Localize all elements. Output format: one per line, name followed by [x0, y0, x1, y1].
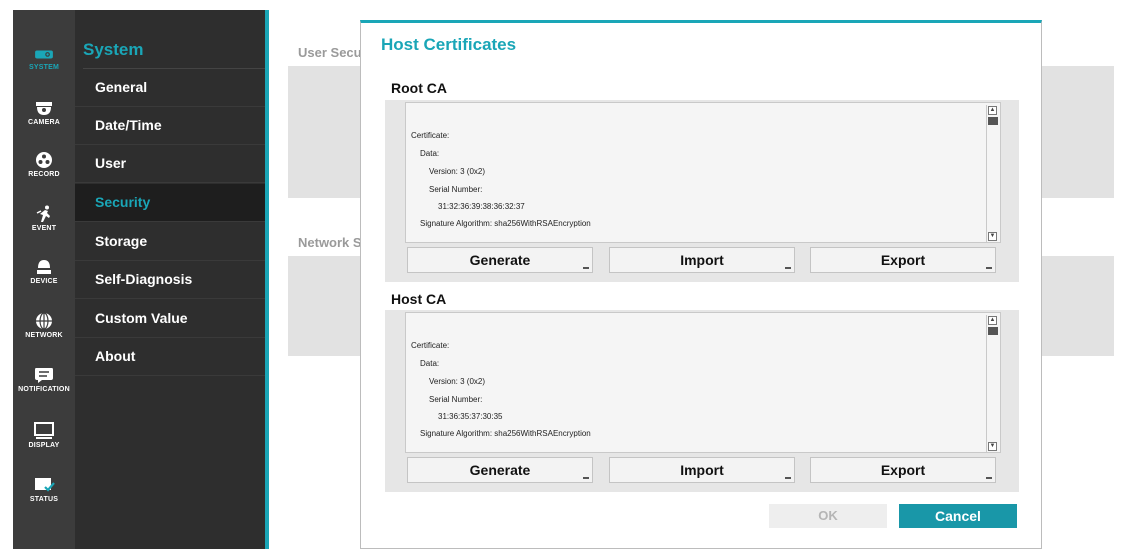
cert-line: Certificate:	[411, 341, 450, 350]
user-security-label: User Secu	[298, 45, 362, 60]
menu-item-date-time[interactable]: Date/Time	[75, 107, 265, 145]
scroll-thumb[interactable]	[988, 327, 998, 335]
menu-item-label: Date/Time	[95, 117, 162, 133]
menu-item-label: Custom Value	[95, 310, 188, 326]
root-ca-panel: Certificate: Data: Version: 3 (0x2) Seri…	[385, 100, 1019, 282]
rail-label: EVENT	[31, 225, 57, 232]
menu-item-custom-value[interactable]: Custom Value	[75, 300, 265, 338]
rail-item-record[interactable]: RECORD	[13, 151, 75, 178]
cert-line: 31:36:35:37:30:35	[438, 412, 503, 421]
rail-label: RECORD	[28, 171, 60, 178]
cert-line: Certificate:	[411, 131, 450, 140]
rail-item-network[interactable]: NETWORK	[13, 312, 75, 339]
button-label: Export	[880, 252, 926, 268]
host-ca-title: Host CA	[391, 291, 447, 307]
rail-item-notification[interactable]: NOTIFICATION	[13, 366, 75, 393]
host-ca-panel: Certificate: Data: Version: 3 (0x2) Seri…	[385, 310, 1019, 492]
rail-item-event[interactable]: EVENT	[13, 205, 75, 232]
menu-item-label: Self-Diagnosis	[95, 271, 193, 287]
cert-line: Signature Algorithm: sha256WithRSAEncryp…	[420, 219, 591, 228]
record-icon	[36, 152, 52, 168]
network-icon	[36, 312, 52, 330]
dropdown-corner-icon	[583, 477, 589, 479]
button-label: Generate	[469, 462, 531, 478]
host-certificates-dialog: Host Certificates Root CA Certificate: D…	[360, 20, 1042, 549]
rail-label: NETWORK	[25, 332, 63, 339]
host-ca-import-button[interactable]: Import	[609, 457, 795, 483]
menu-item-label: About	[95, 348, 136, 364]
button-label: Generate	[469, 252, 531, 268]
dialog-title: Host Certificates	[381, 35, 517, 54]
root-ca-import-button[interactable]: Import	[609, 247, 795, 273]
dropdown-corner-icon	[785, 477, 791, 479]
button-label: Import	[680, 252, 724, 268]
host-ca-certificate-text[interactable]: Certificate: Data: Version: 3 (0x2) Seri…	[405, 312, 1001, 453]
menu-item-general[interactable]: General	[75, 69, 265, 107]
menu-item-label: Security	[95, 194, 151, 210]
cancel-button[interactable]: Cancel	[899, 504, 1017, 528]
notification-icon	[35, 368, 53, 383]
menu-item-about[interactable]: About	[75, 338, 265, 376]
rail-label: NOTIFICATION	[18, 386, 70, 393]
cert-line: Signature Algorithm: sha256WithRSAEncryp…	[420, 429, 591, 438]
cert-line: Data:	[420, 359, 440, 368]
host-ca-scrollbar[interactable]: ▲ ▼	[986, 315, 998, 452]
cert-line: Serial Number:	[429, 395, 483, 404]
rail-label: DISPLAY	[28, 442, 60, 449]
rail-item-camera[interactable]: CAMERA	[13, 99, 75, 126]
host-ca-export-button[interactable]: Export	[810, 457, 996, 483]
root-ca-export-button[interactable]: Export	[810, 247, 996, 273]
submenu-title: System	[83, 40, 144, 59]
display-icon	[34, 422, 54, 439]
dropdown-corner-icon	[785, 267, 791, 269]
host-ca-generate-button[interactable]: Generate	[407, 457, 593, 483]
menu-item-self-diagnosis[interactable]: Self-Diagnosis	[75, 261, 265, 299]
rail-label: DEVICE	[30, 278, 58, 285]
device-icon	[37, 260, 51, 274]
menu-item-label: General	[95, 79, 148, 95]
cert-line: 31:32:36:39:38:36:32:37	[438, 202, 525, 211]
root-ca-certificate-text[interactable]: Certificate: Data: Version: 3 (0x2) Seri…	[405, 102, 1001, 243]
dropdown-corner-icon	[986, 267, 992, 269]
event-icon	[36, 205, 50, 222]
menu-item-user[interactable]: User	[75, 145, 265, 183]
cert-line: Version: 3 (0x2)	[429, 377, 486, 386]
rail-item-display[interactable]: DISPLAY	[13, 422, 75, 449]
camera-icon	[36, 102, 52, 115]
scroll-down-arrow-icon[interactable]: ▼	[988, 442, 997, 451]
button-label: Import	[680, 462, 724, 478]
network-security-label: Network S	[298, 235, 362, 250]
rail-label: SYSTEM	[29, 64, 59, 71]
scroll-down-arrow-icon[interactable]: ▼	[988, 232, 997, 241]
menu-item-security[interactable]: Security	[75, 184, 265, 222]
dropdown-corner-icon	[583, 267, 589, 269]
scroll-up-arrow-icon[interactable]: ▲	[988, 316, 997, 325]
scroll-thumb[interactable]	[988, 117, 998, 125]
root-ca-title: Root CA	[391, 80, 447, 96]
root-ca-scrollbar[interactable]: ▲ ▼	[986, 105, 998, 242]
cert-line: Data:	[420, 149, 440, 158]
rail-label: STATUS	[29, 496, 59, 503]
rail-item-system[interactable]: SYSTEM	[13, 46, 75, 71]
rail-label: CAMERA	[28, 119, 60, 126]
icon-rail: SYSTEM CAMERA RECORD EVENT DEVICE NETWOR…	[13, 10, 75, 549]
panel-accent-bar	[265, 10, 269, 549]
status-icon	[35, 478, 55, 492]
root-ca-generate-button[interactable]: Generate	[407, 247, 593, 273]
scroll-up-arrow-icon[interactable]: ▲	[988, 106, 997, 115]
menu-item-label: Storage	[95, 233, 148, 249]
button-label: Export	[880, 462, 926, 478]
menu-item-storage[interactable]: Storage	[75, 223, 265, 261]
system-submenu: System General Date/Time User Security S…	[75, 10, 265, 549]
dropdown-corner-icon	[986, 477, 992, 479]
rail-item-status[interactable]: STATUS	[13, 476, 75, 503]
ok-button[interactable]: OK	[769, 504, 887, 528]
system-icon	[35, 50, 53, 59]
cert-line: Version: 3 (0x2)	[429, 167, 486, 176]
menu-item-label: User	[95, 155, 127, 171]
rail-item-device[interactable]: DEVICE	[13, 258, 75, 285]
cert-line: Serial Number:	[429, 185, 483, 194]
